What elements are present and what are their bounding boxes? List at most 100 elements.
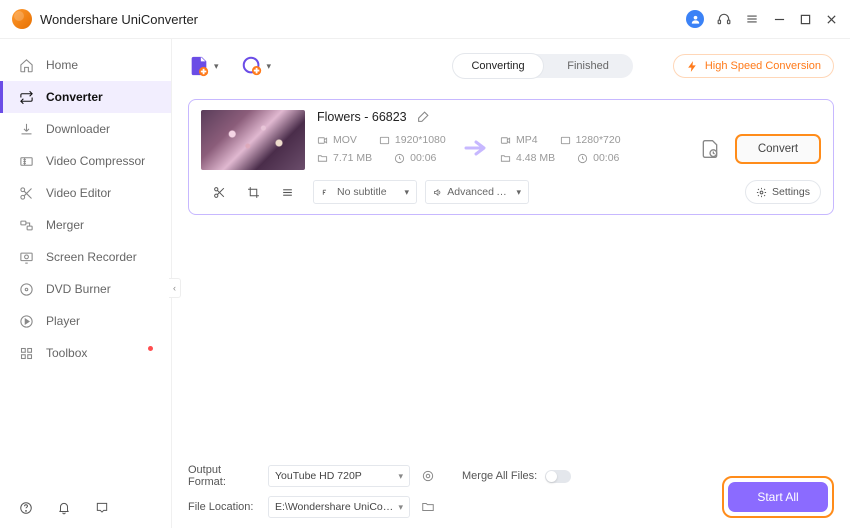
open-folder-button[interactable]	[420, 499, 436, 515]
edit-title-button[interactable]	[417, 110, 431, 124]
file-location-dropdown[interactable]: E:\Wondershare UniConverter ▾	[268, 496, 410, 518]
app-title: Wondershare UniConverter	[40, 12, 198, 27]
merge-label: Merge All Files:	[462, 470, 537, 482]
file-location-value: E:\Wondershare UniConverter	[275, 501, 398, 513]
resolution-icon	[560, 135, 571, 146]
play-icon	[18, 313, 34, 329]
maximize-button[interactable]	[798, 12, 812, 26]
dst-size: 4.48 MB	[516, 152, 555, 164]
dst-dur: 00:06	[593, 152, 619, 164]
sidebar-item-merger[interactable]: Merger	[0, 209, 171, 241]
folder-icon	[317, 153, 328, 164]
sidebar-item-label: Downloader	[46, 122, 110, 136]
subtitle-value: No subtitle	[337, 186, 387, 198]
sidebar-item-label: Video Editor	[46, 186, 111, 200]
resolution-icon	[379, 135, 390, 146]
src-format: MOV	[333, 134, 357, 146]
dst-res: 1280*720	[576, 134, 621, 146]
tab-converting[interactable]: Converting	[453, 54, 543, 78]
add-file-button[interactable]: ▾	[188, 55, 219, 77]
output-format-dropdown[interactable]: YouTube HD 720P ▾	[268, 465, 410, 487]
merge-toggle[interactable]	[545, 470, 571, 483]
converter-icon	[18, 89, 34, 105]
sidebar-item-label: Converter	[46, 90, 103, 104]
more-button[interactable]	[280, 185, 294, 199]
help-icon[interactable]	[18, 500, 34, 516]
convert-button[interactable]: Convert	[735, 134, 821, 164]
disc-icon	[18, 281, 34, 297]
src-res: 1920*1080	[395, 134, 446, 146]
sidebar-collapse-button[interactable]: ‹	[169, 278, 181, 298]
output-format-value: YouTube HD 720P	[275, 470, 362, 482]
sidebar-item-label: Screen Recorder	[46, 250, 137, 264]
feedback-icon[interactable]	[94, 500, 110, 516]
clock-icon	[577, 153, 588, 164]
sidebar-item-label: Player	[46, 314, 80, 328]
audio-dropdown[interactable]: Advanced Aud... ▾	[425, 180, 529, 204]
chevron-down-icon: ▾	[267, 61, 272, 72]
add-url-button[interactable]: ▾	[241, 55, 272, 77]
output-settings-button[interactable]	[699, 138, 721, 160]
sidebar-item-compressor[interactable]: Video Compressor	[0, 145, 171, 177]
sidebar: Home Converter Downloader Video Compress…	[0, 39, 172, 528]
sidebar-item-toolbox[interactable]: Toolbox	[0, 337, 171, 369]
gear-icon	[756, 187, 767, 198]
file-plus-icon	[188, 55, 210, 77]
sidebar-item-downloader[interactable]: Downloader	[0, 113, 171, 145]
lightning-icon	[686, 60, 699, 73]
menu-icon[interactable]	[744, 11, 760, 27]
minimize-button[interactable]	[772, 12, 786, 26]
file-title: Flowers - 66823	[317, 110, 407, 124]
sidebar-item-dvd[interactable]: DVD Burner	[0, 273, 171, 305]
sidebar-item-label: Merger	[46, 218, 84, 232]
video-thumbnail[interactable]	[201, 110, 305, 170]
arrow-right-icon	[464, 138, 488, 161]
app-logo	[12, 9, 32, 29]
dst-format: MP4	[516, 134, 538, 146]
clock-icon	[394, 153, 405, 164]
sidebar-item-label: Video Compressor	[46, 154, 145, 168]
video-icon	[317, 135, 328, 146]
tab-finished[interactable]: Finished	[543, 54, 633, 78]
crop-button[interactable]	[246, 185, 260, 199]
chevron-down-icon: ▾	[516, 187, 521, 198]
output-format-settings-button[interactable]	[420, 468, 436, 484]
item-settings-button[interactable]: Settings	[745, 180, 821, 204]
sidebar-item-label: Home	[46, 58, 78, 72]
notification-dot	[148, 346, 153, 351]
sidebar-item-player[interactable]: Player	[0, 305, 171, 337]
circle-plus-icon	[241, 55, 263, 77]
download-icon	[18, 121, 34, 137]
close-button[interactable]	[824, 12, 838, 26]
bell-icon[interactable]	[56, 500, 72, 516]
file-location-label: File Location:	[188, 501, 258, 513]
status-tabs: Converting Finished	[453, 54, 633, 78]
start-all-button[interactable]: Start All	[728, 482, 828, 512]
src-size: 7.71 MB	[333, 152, 372, 164]
video-icon	[500, 135, 511, 146]
high-speed-label: High Speed Conversion	[705, 60, 821, 72]
sidebar-item-converter[interactable]: Converter	[0, 81, 171, 113]
chevron-down-icon: ▾	[398, 502, 403, 513]
subtitle-dropdown[interactable]: No subtitle ▾	[313, 180, 417, 204]
high-speed-button[interactable]: High Speed Conversion	[673, 54, 834, 78]
audio-icon	[433, 187, 442, 198]
folder-icon	[500, 153, 511, 164]
sidebar-item-recorder[interactable]: Screen Recorder	[0, 241, 171, 273]
sidebar-item-editor[interactable]: Video Editor	[0, 177, 171, 209]
trim-button[interactable]	[212, 185, 226, 199]
headset-icon[interactable]	[716, 11, 732, 27]
recorder-icon	[18, 249, 34, 265]
start-all-highlight: Start All	[722, 476, 834, 518]
sidebar-item-label: DVD Burner	[46, 282, 111, 296]
src-dur: 00:06	[410, 152, 436, 164]
chevron-down-icon: ▾	[398, 471, 403, 482]
settings-label: Settings	[772, 186, 810, 198]
compressor-icon	[18, 153, 34, 169]
sidebar-item-home[interactable]: Home	[0, 49, 171, 81]
sidebar-item-label: Toolbox	[46, 346, 87, 360]
subtitle-icon	[321, 187, 332, 198]
output-format-label: Output Format:	[188, 464, 258, 488]
chevron-down-icon: ▾	[214, 61, 219, 72]
user-avatar[interactable]	[686, 10, 704, 28]
